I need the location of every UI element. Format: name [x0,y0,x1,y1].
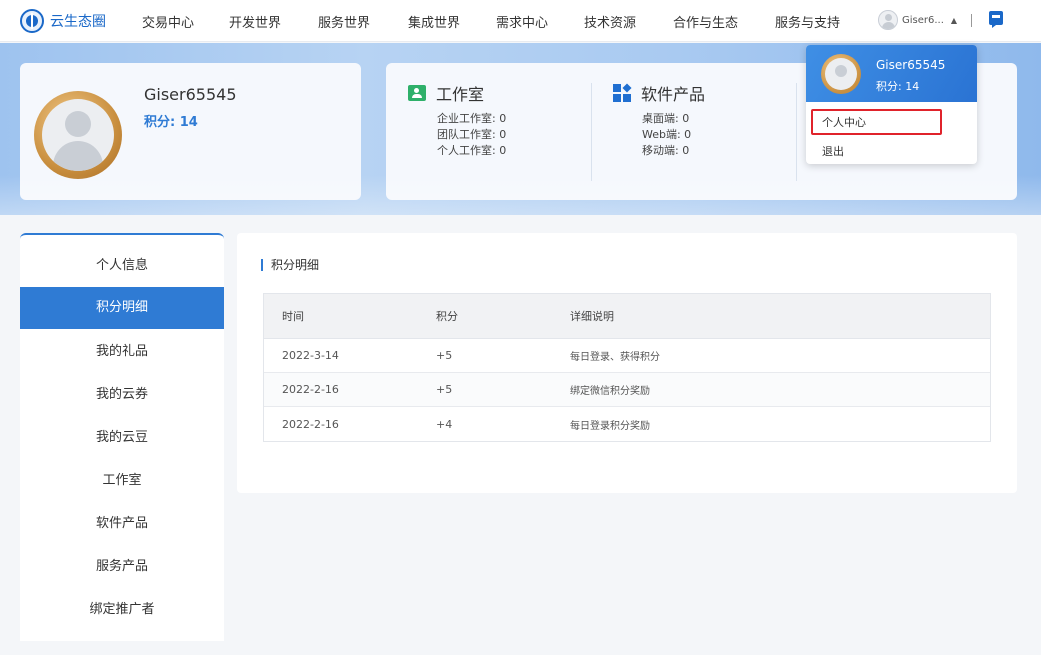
row-points: +4 [436,417,453,431]
column-header-time: 时间 [282,310,304,323]
software-desktop-count: 桌面端: 0 [642,112,690,125]
dropdown-username: Giser65545 [876,58,946,72]
table-row: 2022-3-14 +5 每日登录、获得积分 [264,339,990,373]
sidebar: 个人信息 积分明细 我的礼品 我的云券 我的云豆 工作室 软件产品 服务产品 绑… [20,233,224,641]
globe-logo-icon [20,9,44,33]
nav-item-service-world[interactable]: 服务世界 [318,12,370,31]
page-title: 积分明细 [261,259,319,271]
top-navbar: 云生态圈 交易中心 开发世界 服务世界 集成世界 需求中心 技术资源 合作与生态… [0,0,1041,42]
studio-team-count: 团队工作室: 0 [437,128,507,141]
sidebar-item-bind-promoter[interactable]: 绑定推广者 [20,589,224,631]
row-detail: 每日登录、获得积分 [570,352,660,363]
profile-points: 积分: 14 [144,115,198,130]
sidebar-item-my-beans[interactable]: 我的云豆 [20,417,224,459]
row-time: 2022-2-16 [282,383,339,396]
row-detail: 绑定微信积分奖励 [570,386,650,397]
row-points: +5 [436,349,453,362]
sidebar-item-studio[interactable]: 工作室 [20,460,224,502]
studio-stats: 工作室 企业工作室: 0 团队工作室: 0 个人工作室: 0 [408,81,506,159]
nav-separator [971,14,972,27]
nav-item-support[interactable]: 服务与支持 [775,12,840,31]
message-icon[interactable] [989,11,1003,28]
avatar [34,91,122,179]
nav-item-integration-world[interactable]: 集成世界 [408,12,460,31]
menu-item-personal-center[interactable]: 个人中心 [822,114,866,130]
sidebar-item-points-detail[interactable]: 积分明细 [20,287,224,329]
profile-username: Giser65545 [144,85,237,104]
nav-item-cooperation[interactable]: 合作与生态 [673,12,738,31]
user-short-name: Giser6... [902,14,944,26]
column-header-detail: 详细说明 [570,310,614,323]
row-time: 2022-2-16 [282,417,339,431]
dropdown-avatar [821,54,861,94]
site-logo[interactable]: 云生态圈 [20,9,106,33]
sidebar-item-services[interactable]: 服务产品 [20,546,224,588]
column-header-points: 积分 [436,310,458,323]
stats-divider [796,83,797,181]
row-time: 2022-3-14 [282,349,339,362]
software-stats: 软件产品 桌面端: 0 Web端: 0 移动端: 0 [613,81,705,159]
sidebar-item-my-coupons[interactable]: 我的云券 [20,374,224,416]
user-menu-toggle[interactable]: Giser6... ▲ [878,10,957,30]
nav-item-demand-center[interactable]: 需求中心 [496,12,548,31]
nav-item-trade-center[interactable]: 交易中心 [142,12,194,31]
studio-enterprise-count: 企业工作室: 0 [437,112,507,125]
menu-item-logout[interactable]: 退出 [822,143,844,159]
sidebar-item-personal-info[interactable]: 个人信息 [20,245,224,287]
points-table: 时间 积分 详细说明 2022-3-14 +5 每日登录、获得积分 2022-2… [263,293,991,442]
caret-up-icon: ▲ [950,15,958,25]
table-row: 2022-2-16 +5 绑定微信积分奖励 [264,373,990,407]
default-user-icon [42,99,114,171]
dropdown-header: Giser65545 积分: 14 [806,45,977,102]
sidebar-item-software[interactable]: 软件产品 [20,503,224,545]
stats-divider [591,83,592,181]
site-logo-text: 云生态圈 [50,14,106,30]
user-dropdown-menu: Giser65545 积分: 14 个人中心 退出 [806,45,977,164]
sidebar-item-my-gifts[interactable]: 我的礼品 [20,331,224,373]
software-product-icon [613,83,632,102]
nav-item-tech-resources[interactable]: 技术资源 [584,12,636,31]
table-header: 时间 积分 详细说明 [264,294,990,339]
row-points: +5 [436,383,453,396]
row-detail: 每日登录积分奖励 [570,420,650,432]
dropdown-points: 积分: 14 [876,80,920,93]
profile-card: Giser65545 积分: 14 [20,63,361,200]
studio-personal-count: 个人工作室: 0 [437,144,507,157]
points-panel: 积分明细 时间 积分 详细说明 2022-3-14 +5 每日登录、获得积分 2… [237,233,1017,493]
user-avatar-icon [878,10,898,30]
table-row: 2022-2-16 +4 每日登录积分奖励 [264,407,990,441]
studio-title: 工作室 [436,85,485,104]
software-title: 软件产品 [641,85,706,104]
software-mobile-count: 移动端: 0 [642,144,690,157]
nav-item-dev-world[interactable]: 开发世界 [229,12,281,31]
studio-icon [408,85,426,101]
software-web-count: Web端: 0 [642,128,692,141]
